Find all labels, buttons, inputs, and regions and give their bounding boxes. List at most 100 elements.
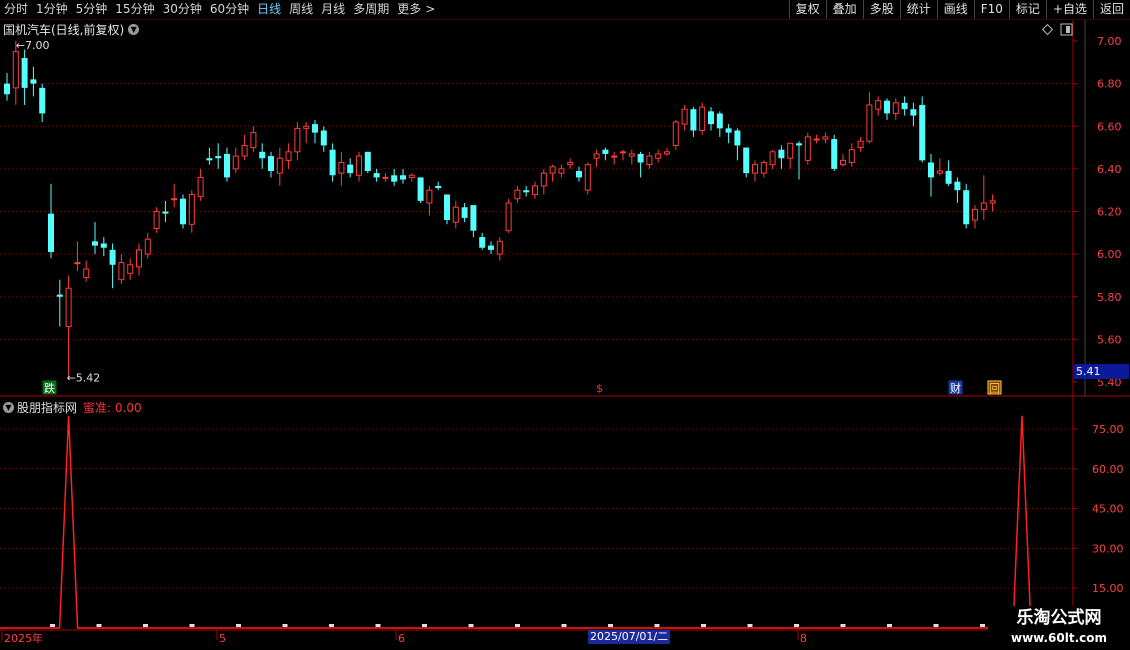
candle-body [840, 159, 846, 166]
candle-body [848, 149, 855, 163]
candle-body [479, 237, 486, 248]
x-tick-label: 2025年 [4, 631, 43, 645]
candle-body [549, 166, 556, 174]
watermark-url: www.60lt.com [1010, 631, 1108, 645]
candle-body [382, 176, 389, 179]
candle-body [488, 245, 494, 250]
indicator-dot [422, 624, 427, 627]
candle-body [136, 249, 142, 268]
y-tick-label: 7.00 [1097, 35, 1122, 48]
candle-body [646, 155, 653, 166]
indicator-dot [701, 624, 706, 627]
x-tick-label: 6 [398, 632, 405, 645]
candle-body [514, 189, 521, 200]
indicator-dot [747, 624, 753, 627]
candle-body [320, 130, 327, 146]
candle-body [910, 109, 917, 116]
candle-body [963, 190, 970, 225]
indicator-dot [375, 624, 381, 627]
candle-body [250, 132, 257, 149]
indicator-dot [189, 624, 195, 627]
candle-body [523, 190, 530, 193]
candle-body [708, 111, 714, 125]
cursor-date: 2025/07/01/二 [588, 630, 671, 644]
candle-body [593, 153, 600, 159]
candle-body [567, 161, 574, 166]
kline-chart[interactable]: 7.006.806.606.406.206.005.805.605.40←7.0… [0, 0, 1130, 650]
candle-body [743, 147, 750, 174]
indicator-dot [794, 624, 799, 627]
indicator-dot [468, 624, 474, 627]
candle-body [83, 268, 90, 279]
candle-body [760, 161, 767, 174]
candle-body [162, 211, 169, 214]
candle-body [21, 58, 28, 88]
candle-body [408, 174, 415, 178]
x-tick-label: 8 [800, 632, 807, 645]
y-tick-label: 6.60 [1097, 120, 1122, 133]
candle-body [866, 104, 873, 142]
indicator-tick-label: 30.00 [1092, 542, 1124, 555]
candle-body [725, 128, 732, 133]
candle-body [391, 175, 398, 182]
candle-body [655, 153, 662, 159]
chevron-down-icon[interactable]: ▼ [3, 402, 14, 413]
candle-body [312, 124, 318, 133]
candle-body [127, 264, 134, 274]
candle-body [171, 198, 178, 201]
candle-body [347, 164, 354, 174]
marker-cai: 财 [950, 381, 961, 395]
candle-body [602, 149, 609, 154]
indicator-dot [282, 624, 288, 627]
candle-body [628, 153, 635, 157]
candle-body [980, 202, 987, 210]
candle-body [39, 87, 46, 114]
candle-body [945, 171, 952, 184]
candle-body [752, 164, 758, 174]
watermark-title: 乐淘公式网 [1016, 608, 1102, 628]
candle-body [206, 158, 213, 161]
y-tick-label: 6.20 [1097, 206, 1122, 219]
candle-body [241, 144, 248, 157]
candle-body [787, 142, 794, 159]
candle-body [540, 172, 547, 187]
candle-body [12, 51, 19, 89]
candle-body [118, 262, 125, 281]
indicator-line [0, 415, 1073, 629]
candle-body [532, 185, 538, 195]
candle-body [778, 149, 785, 159]
indicator-dot [561, 624, 567, 627]
diamond-icon [1041, 23, 1054, 36]
candle-body [892, 102, 899, 114]
y-tick-label: 6.80 [1097, 78, 1122, 91]
candle-body [875, 100, 882, 110]
marker-die: 跌 [44, 381, 55, 395]
candle-body [637, 153, 644, 163]
candle-body [452, 206, 459, 223]
current-price-tag: 5.41 [1074, 364, 1129, 379]
indicator-dot [236, 624, 241, 627]
candle-body [426, 189, 433, 204]
candle-body [928, 162, 934, 178]
candle-body [338, 161, 345, 174]
candle-body [919, 104, 926, 161]
candle-body [496, 240, 503, 255]
candle-body [813, 138, 820, 141]
candle-body [804, 136, 811, 161]
candle-body [294, 127, 301, 153]
candle-body [444, 194, 450, 221]
candle-body [276, 157, 283, 174]
indicator-dot [608, 624, 613, 627]
indicator-title: ▼ 股朋指标网 蜜准: 0.00 [3, 399, 142, 416]
indicator-dot [840, 624, 846, 627]
candle-body [857, 140, 864, 149]
candle-body [822, 136, 829, 140]
candle-body [153, 211, 160, 230]
indicator-dot [933, 624, 939, 627]
candle-body [716, 113, 723, 129]
indicator-name: 股朋指标网 [17, 401, 78, 415]
candle-body [180, 198, 186, 225]
candle-body [356, 155, 362, 176]
candle-body [954, 181, 961, 191]
candle-body [936, 170, 943, 174]
